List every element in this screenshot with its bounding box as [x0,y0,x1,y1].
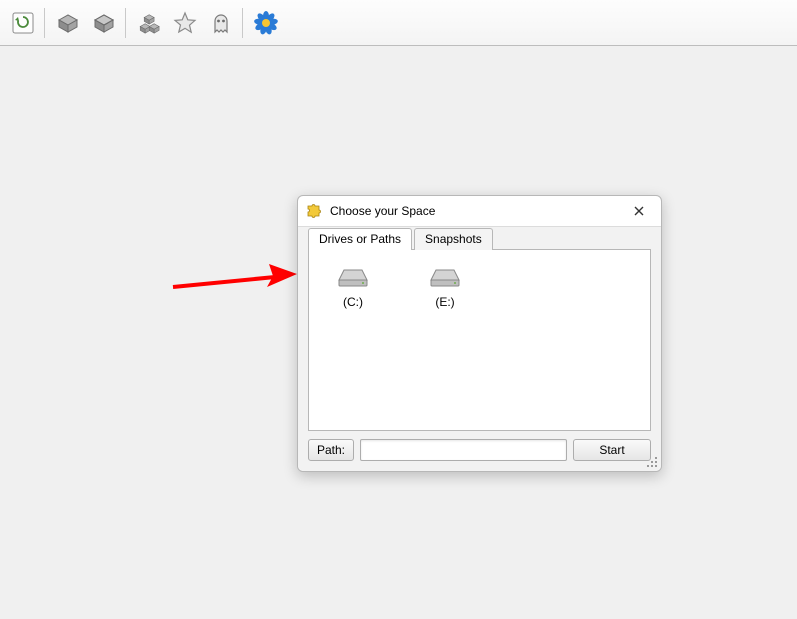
tab-snapshots[interactable]: Snapshots [414,228,493,250]
tab-strip: Drives or Paths Snapshots [308,227,651,249]
path-input[interactable] [360,439,567,461]
toolbar-separator [44,8,45,38]
dialog-titlebar: Choose your Space [298,196,661,226]
toolbar-separator [125,8,126,38]
box-solid-button[interactable] [51,6,85,40]
boxes-button[interactable] [132,6,166,40]
drive-item-e[interactable]: (E:) [411,260,479,313]
hard-drive-icon [335,264,371,288]
drive-label: (C:) [323,295,383,309]
flower-settings-button[interactable] [249,6,283,40]
ghost-button[interactable] [204,6,238,40]
dialog-title-text: Choose your Space [330,204,617,218]
close-button[interactable] [625,200,653,222]
box-open-button[interactable] [87,6,121,40]
refresh-button[interactable] [6,6,40,40]
annotation-arrow-icon [165,262,305,312]
path-button[interactable]: Path: [308,439,354,461]
toolbar-separator [242,8,243,38]
tab-drives-or-paths[interactable]: Drives or Paths [308,228,412,250]
hard-drive-icon [427,264,463,288]
drive-label: (E:) [415,295,475,309]
drives-pane: (C:) (E:) [308,249,651,431]
main-toolbar [0,0,797,46]
choose-space-dialog: Choose your Space Drives or Paths Snapsh… [297,195,662,472]
resize-grip[interactable] [645,455,657,467]
star-button[interactable] [168,6,202,40]
drive-item-c[interactable]: (C:) [319,260,387,313]
puzzle-icon [306,202,322,221]
start-button[interactable]: Start [573,439,651,461]
